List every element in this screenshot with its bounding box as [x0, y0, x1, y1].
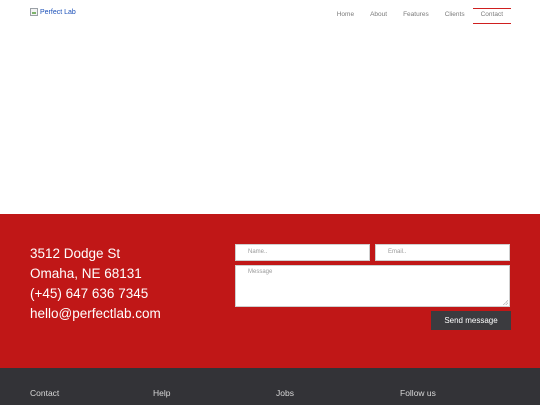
- address-city: Omaha, NE 68131: [30, 266, 142, 281]
- footer-help[interactable]: Help: [153, 389, 170, 398]
- nav-about[interactable]: About: [362, 8, 395, 24]
- footer-follow-us[interactable]: Follow us: [400, 389, 436, 398]
- nav-features[interactable]: Features: [395, 8, 437, 24]
- site-footer: Contact Help Jobs Follow us: [0, 368, 540, 405]
- footer-jobs[interactable]: Jobs: [276, 389, 294, 398]
- name-input[interactable]: Name..: [235, 244, 370, 261]
- site-logo[interactable]: Perfect Lab: [30, 8, 76, 16]
- message-textarea[interactable]: Message: [235, 265, 510, 307]
- send-message-button[interactable]: Send message: [431, 311, 511, 330]
- address-email: hello@perfectlab.com: [30, 306, 161, 321]
- contact-section: 3512 Dodge St Omaha, NE 68131 (+45) 647 …: [0, 214, 540, 368]
- main-nav: Home About Features Clients Contact: [329, 8, 511, 24]
- nav-clients[interactable]: Clients: [437, 8, 473, 24]
- address-phone: (+45) 647 636 7345: [30, 286, 149, 301]
- logo-alt-text[interactable]: Perfect Lab: [40, 9, 76, 16]
- message-placeholder: Message: [248, 269, 273, 275]
- email-input[interactable]: Email..: [375, 244, 510, 261]
- broken-image-icon: [30, 8, 38, 16]
- contact-address: 3512 Dodge St Omaha, NE 68131 (+45) 647 …: [30, 244, 161, 324]
- nav-contact[interactable]: Contact: [472, 8, 511, 24]
- site-header: Perfect Lab Home About Features Clients …: [0, 0, 540, 36]
- nav-home[interactable]: Home: [329, 8, 362, 24]
- footer-contact[interactable]: Contact: [30, 389, 59, 398]
- address-street: 3512 Dodge St: [30, 246, 121, 261]
- resize-grip-icon[interactable]: [503, 300, 508, 305]
